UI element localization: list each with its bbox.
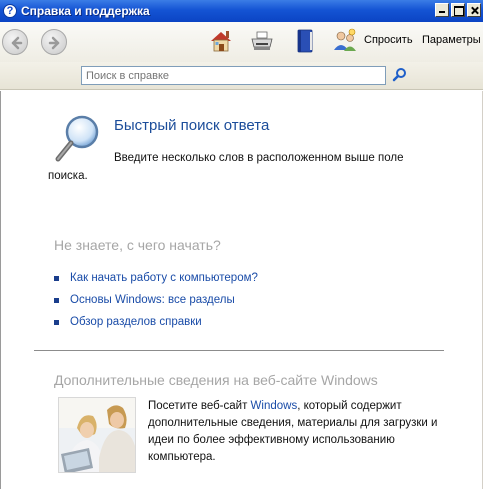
web-info-text: Посетите веб-сайт Windows, который содер…: [148, 398, 448, 466]
title-bar: ? Справка и поддержка: [0, 0, 483, 22]
getting-started-heading: Не знаете, с чего начать?: [54, 237, 221, 253]
quick-search-title: Быстрый поиск ответа: [114, 117, 270, 134]
section-divider: [34, 350, 444, 351]
maximize-button[interactable]: [451, 3, 465, 17]
back-arrow-icon: [11, 36, 23, 50]
forward-button[interactable]: [41, 29, 67, 55]
toolbar: Спросить Параметры: [0, 22, 483, 62]
quick-search-description: Введите несколько слов в расположенном в…: [48, 152, 404, 182]
list-item: Как начать работу с компьютером?: [54, 267, 258, 289]
favorites-book-icon[interactable]: [292, 28, 318, 54]
back-button[interactable]: [2, 29, 28, 55]
help-question-icon: ?: [3, 4, 17, 18]
search-go-icon[interactable]: [392, 67, 408, 83]
printer-icon[interactable]: [249, 28, 275, 54]
link-help-overview[interactable]: Обзор разделов справки: [70, 316, 202, 328]
ask-label[interactable]: Спросить: [364, 34, 413, 46]
web-text-before: Посетите веб-сайт: [148, 400, 251, 412]
help-content: Быстрый поиск ответа Введите несколько с…: [0, 91, 483, 489]
list-item: Основы Windows: все разделы: [54, 289, 258, 311]
link-windows-basics[interactable]: Основы Windows: все разделы: [70, 294, 235, 306]
bullet-icon: [54, 319, 59, 325]
getting-started-links: Как начать работу с компьютером? Основы …: [54, 267, 258, 333]
bullet-icon: [54, 275, 59, 281]
forward-arrow-icon: [48, 36, 60, 50]
window-title: Справка и поддержка: [21, 4, 150, 18]
link-windows-site[interactable]: Windows: [251, 400, 298, 412]
window-controls: [435, 3, 481, 17]
search-input[interactable]: [81, 66, 386, 85]
link-getting-started[interactable]: Как начать работу с компьютером?: [70, 272, 258, 284]
search-bar: [0, 62, 483, 90]
bullet-icon: [54, 297, 59, 303]
list-item: Обзор разделов справки: [54, 311, 258, 333]
close-button[interactable]: [467, 3, 481, 17]
web-info-heading: Дополнительные сведения на веб-сайте Win…: [54, 372, 378, 388]
options-menu-button[interactable]: Параметры: [422, 34, 481, 46]
people-at-computer-image: [58, 397, 136, 473]
minimize-button[interactable]: [435, 3, 449, 17]
support-people-icon[interactable]: [332, 28, 358, 54]
home-icon[interactable]: [208, 28, 234, 54]
